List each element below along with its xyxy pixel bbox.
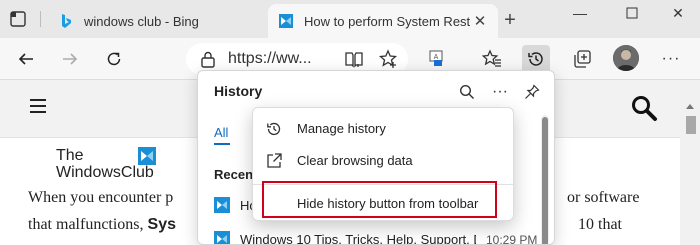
- pin-icon[interactable]: [521, 81, 543, 103]
- site-logo[interactable]: The WindowsClub: [56, 147, 166, 183]
- svg-text:A: A: [434, 54, 439, 61]
- reader-icon[interactable]: [340, 45, 368, 73]
- close-window-icon[interactable]: ✕: [666, 5, 690, 21]
- collections-icon[interactable]: [568, 45, 596, 73]
- history-scroll-thumb[interactable]: [542, 117, 548, 244]
- extension-icon[interactable]: A: [422, 45, 450, 73]
- forward-icon[interactable]: [56, 45, 84, 73]
- clear-browsing-data-item[interactable]: Clear browsing data: [253, 144, 515, 176]
- tab-title: How to perform System Resto: [304, 13, 470, 29]
- article-line-2: that malfunctions, Sys: [28, 211, 176, 238]
- lock-icon[interactable]: [198, 49, 218, 69]
- external-open-icon: [265, 152, 283, 170]
- clear-browsing-data-label: Clear browsing data: [297, 153, 413, 168]
- site-search-icon[interactable]: [630, 94, 658, 122]
- scroll-up-icon[interactable]: [686, 104, 694, 109]
- windowsclub-icon: [214, 231, 230, 244]
- history-title: History: [214, 83, 263, 99]
- windowsclub-icon: [214, 197, 230, 213]
- more-icon[interactable]: ···: [657, 45, 685, 73]
- tab-all-underline: [214, 143, 230, 145]
- article-line-1-end: or software: [567, 189, 640, 206]
- page-scroll-thumb[interactable]: [686, 116, 696, 134]
- windowsclub-icon: [278, 13, 294, 29]
- url-text[interactable]: https://ww...: [228, 50, 312, 68]
- history-row-title: Windows 10 Tips, Tricks, Help, Support, …: [240, 232, 476, 245]
- tab-strip: windows club - Bing How to perform Syste…: [0, 0, 700, 38]
- manage-history-label: Manage history: [297, 121, 386, 136]
- tab-divider: [40, 11, 41, 27]
- history-icon[interactable]: [522, 45, 550, 73]
- tab-bing[interactable]: windows club - Bing: [48, 4, 266, 38]
- history-icon: [265, 120, 283, 138]
- hamburger-menu-icon[interactable]: [30, 99, 46, 113]
- refresh-icon[interactable]: [100, 45, 128, 73]
- history-row-time: 10:29 PM: [486, 233, 538, 245]
- bing-icon: [58, 13, 74, 29]
- logo-line-2: WindowsClub: [56, 164, 154, 181]
- back-icon[interactable]: [12, 45, 40, 73]
- manage-history-item[interactable]: Manage history: [253, 112, 515, 144]
- close-tab-icon[interactable]: ✕: [470, 11, 490, 31]
- recent-section-label: Recen: [214, 167, 254, 182]
- history-row[interactable]: Windows 10 Tips, Tricks, Help, Support, …: [198, 225, 548, 245]
- article-line-2-start: that malfunctions,: [28, 216, 148, 233]
- search-icon[interactable]: [456, 81, 478, 103]
- more-options-icon[interactable]: ···: [489, 81, 511, 103]
- tab-actions-icon[interactable]: [8, 9, 28, 29]
- avatar[interactable]: [613, 45, 639, 71]
- new-tab-button[interactable]: +: [500, 10, 520, 30]
- article-line-1: When you encounter p: [28, 184, 173, 211]
- minimize-icon[interactable]: —: [568, 5, 592, 21]
- highlight-annotation: [262, 181, 497, 218]
- maximize-icon[interactable]: [620, 5, 644, 21]
- article-line-2-bold: Sys: [147, 216, 176, 233]
- tab-system-restore[interactable]: How to perform System Resto ✕: [268, 4, 498, 38]
- article-line-1-start: When you encounter p: [28, 189, 174, 206]
- article-line-2-end: 10 that: [578, 216, 622, 233]
- tab-all[interactable]: All: [214, 125, 228, 140]
- favorites-icon[interactable]: [478, 45, 506, 73]
- favorite-add-icon[interactable]: [374, 45, 402, 73]
- tab-title: windows club - Bing: [84, 13, 199, 29]
- windowsclub-logo-icon: [138, 147, 156, 165]
